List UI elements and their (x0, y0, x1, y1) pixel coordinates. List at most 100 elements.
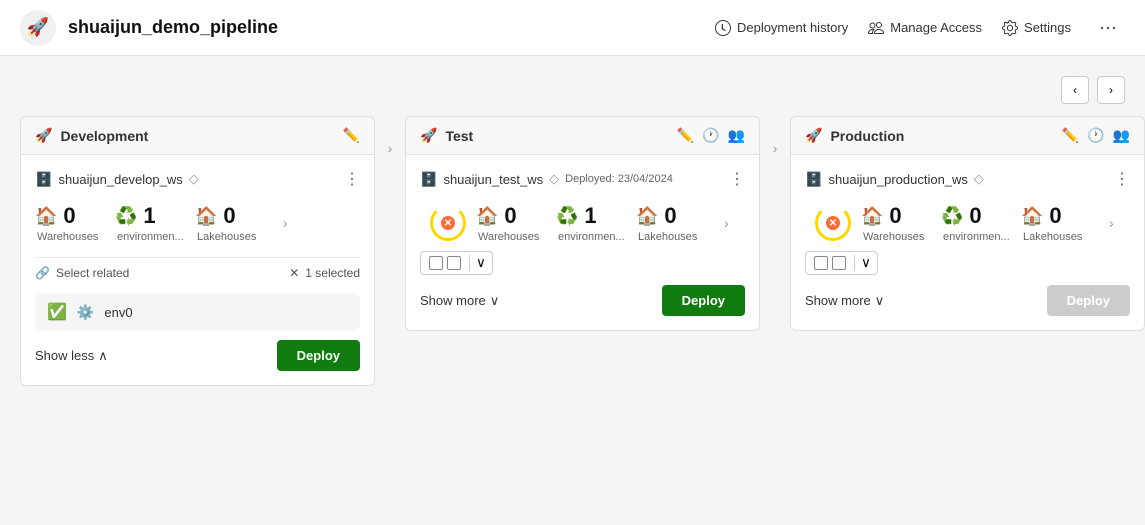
stage-header-production: 🚀 Production ✏️ 🕐 👥 (790, 116, 1145, 155)
spinner-test: ✕ (430, 205, 466, 241)
check-icon-env0: ✅ (47, 302, 67, 322)
metric-environments-test: ♻️ 1 environmen... (556, 203, 636, 243)
env-box-prod-2 (832, 256, 846, 270)
spinner-x-icon-test: ✕ (441, 216, 455, 230)
edit-icon-production[interactable]: ✏️ (1062, 127, 1079, 144)
people-icon (868, 20, 884, 36)
manage-access-button[interactable]: Manage Access (868, 20, 982, 36)
show-more-button-test[interactable]: Show more ∨ (420, 293, 499, 309)
diamond-icon-test: ◇ (549, 171, 559, 187)
stage-icon-production: 🚀 (805, 127, 822, 144)
warehouse-icon-test: 🏠 (476, 206, 498, 227)
metric-lakehouses-test: 🏠 0 Lakehouses (636, 203, 716, 243)
stage-test: 🚀 Test ✏️ 🕐 👥 🗄️ shuaijun_test_ws (405, 116, 760, 331)
metric-lakehouses-development: 🏠 0 Lakehouses (195, 203, 275, 243)
stage-arrow-dev-test: › (375, 116, 405, 156)
metric-warehouses-development: 🏠 0 Warehouses (35, 203, 115, 243)
nav-arrows: ‹ › (20, 76, 1125, 104)
workspace-menu-production[interactable]: ⋮ (1114, 169, 1130, 189)
workspace-title-test: 🗄️ shuaijun_test_ws ◇ Deployed: 23/04/20… (420, 171, 673, 188)
lakehouse-icon-test: 🏠 (636, 206, 658, 227)
card-footer-test: Show more ∨ Deploy (420, 285, 745, 316)
env-item-env0: ✅ ⚙️ env0 (35, 294, 360, 330)
app-icon: 🚀 (20, 10, 56, 46)
stage-header-test: 🚀 Test ✏️ 🕐 👥 (405, 116, 760, 155)
workspace-db-icon: 🗄️ (35, 171, 52, 188)
warehouse-icon-production: 🏠 (861, 206, 883, 227)
history-icon-test[interactable]: 🕐 (702, 127, 719, 144)
header-left: 🚀 shuaijun_demo_pipeline (20, 10, 278, 46)
show-more-button-production[interactable]: Show more ∨ (805, 293, 884, 309)
workspace-title-production: 🗄️ shuaijun_production_ws ◇ (805, 171, 984, 188)
edit-icon-test[interactable]: ✏️ (677, 127, 694, 144)
chevron-down-icon-test: ∨ (490, 293, 500, 309)
workspace-menu-development[interactable]: ⋮ (344, 169, 360, 189)
chevron-up-icon: ∧ (98, 348, 108, 364)
metrics-spinner-row-test: ✕ 🏠 0 Warehouses (420, 203, 745, 243)
history-icon-production[interactable]: 🕐 (1087, 127, 1104, 144)
env-box-1 (429, 256, 443, 270)
share-icon: 🔗 (35, 266, 50, 280)
lakehouse-icon-production: 🏠 (1021, 206, 1043, 227)
select-related-bar: 🔗 Select related ✕ 1 selected (35, 257, 360, 288)
stage-production: 🚀 Production ✏️ 🕐 👥 🗄️ shuaijun_producti… (790, 116, 1145, 331)
show-less-button-development[interactable]: Show less ∧ (35, 348, 108, 364)
workspace-db-icon-production: 🗄️ (805, 171, 822, 188)
stage-header-development: 🚀 Development ✏️ (20, 116, 375, 155)
deploy-button-development[interactable]: Deploy (277, 340, 360, 371)
gear-icon (1002, 20, 1018, 36)
stage-title-production: 🚀 Production (805, 127, 904, 144)
metric-warehouses-production: 🏠 0 Warehouses (861, 203, 941, 243)
close-icon-selected[interactable]: ✕ (289, 266, 299, 280)
metrics-row-test: 🏠 0 Warehouses ♻️ 1 environmen.. (476, 203, 745, 243)
stage-arrow-test-prod: › (760, 116, 790, 156)
users-icon-test[interactable]: 👥 (728, 127, 745, 144)
next-arrow-button[interactable]: › (1097, 76, 1125, 104)
stage-header-icons-production: ✏️ 🕐 👥 (1062, 127, 1130, 144)
deploy-button-production[interactable]: Deploy (1047, 285, 1130, 316)
workspace-title-development: 🗄️ shuaijun_develop_ws ◇ (35, 171, 199, 188)
diamond-icon-production: ◇ (974, 171, 984, 187)
stage-icon-development: 🚀 (35, 127, 52, 144)
prev-arrow-button[interactable]: ‹ (1061, 76, 1089, 104)
clock-icon (715, 20, 731, 36)
metrics-expand-production[interactable]: › (1109, 215, 1114, 231)
settings-button[interactable]: Settings (1002, 20, 1071, 36)
edit-icon-development[interactable]: ✏️ (343, 127, 360, 144)
env-dropdown-production[interactable]: ∨ (854, 255, 877, 271)
deploy-controls-row-test: ∨ (420, 251, 745, 275)
deploy-button-test[interactable]: Deploy (662, 285, 745, 316)
rocket-icon: 🚀 (27, 17, 49, 38)
warehouse-icon: 🏠 (35, 206, 57, 227)
pipeline-container: 🚀 Development ✏️ 🗄️ shuaijun_develop_ws … (20, 116, 1125, 386)
env-dropdown-test[interactable]: ∨ (469, 255, 492, 271)
metrics-row-production: 🏠 0 Warehouses ♻️ 0 environmen.. (861, 203, 1130, 243)
workspace-header-test: 🗄️ shuaijun_test_ws ◇ Deployed: 23/04/20… (420, 169, 745, 189)
page-title: shuaijun_demo_pipeline (68, 17, 278, 38)
workspace-header-production: 🗄️ shuaijun_production_ws ◇ ⋮ (805, 169, 1130, 189)
metrics-row-development: 🏠 0 Warehouses ♻️ 1 environmen... (35, 203, 360, 243)
users-icon-production[interactable]: 👥 (1113, 127, 1130, 144)
stage-title-test: 🚀 Test (420, 127, 473, 144)
card-footer-development: Show less ∧ Deploy (35, 340, 360, 371)
workspace-menu-test[interactable]: ⋮ (729, 169, 745, 189)
env-code-icon: ⚙️ (77, 304, 94, 321)
metrics-expand-test[interactable]: › (724, 215, 729, 231)
workspace-header-development: 🗄️ shuaijun_develop_ws ◇ ⋮ (35, 169, 360, 189)
card-footer-production: Show more ∨ Deploy (805, 285, 1130, 316)
env-box-2 (447, 256, 461, 270)
stage-icon-test: 🚀 (420, 127, 437, 144)
metrics-spinner-row-production: ✕ 🏠 0 Warehouses (805, 203, 1130, 243)
more-options-button[interactable]: ··· (1091, 13, 1125, 42)
deploy-controls-row-production: ∨ (805, 251, 1130, 275)
deployment-history-button[interactable]: Deployment history (715, 20, 848, 36)
environment-icon-production: ♻️ (941, 206, 963, 227)
diamond-icon: ◇ (189, 171, 199, 187)
stage-wrapper-production: 🚀 Production ✏️ 🕐 👥 🗄️ shuaijun_producti… (790, 116, 1145, 331)
metric-lakehouses-production: 🏠 0 Lakehouses (1021, 203, 1101, 243)
metric-environments-development: ♻️ 1 environmen... (115, 203, 195, 243)
env-selector-production: ∨ (805, 251, 878, 275)
env-box-prod-1 (814, 256, 828, 270)
lakehouse-icon: 🏠 (195, 206, 217, 227)
metrics-expand-development[interactable]: › (283, 215, 288, 231)
